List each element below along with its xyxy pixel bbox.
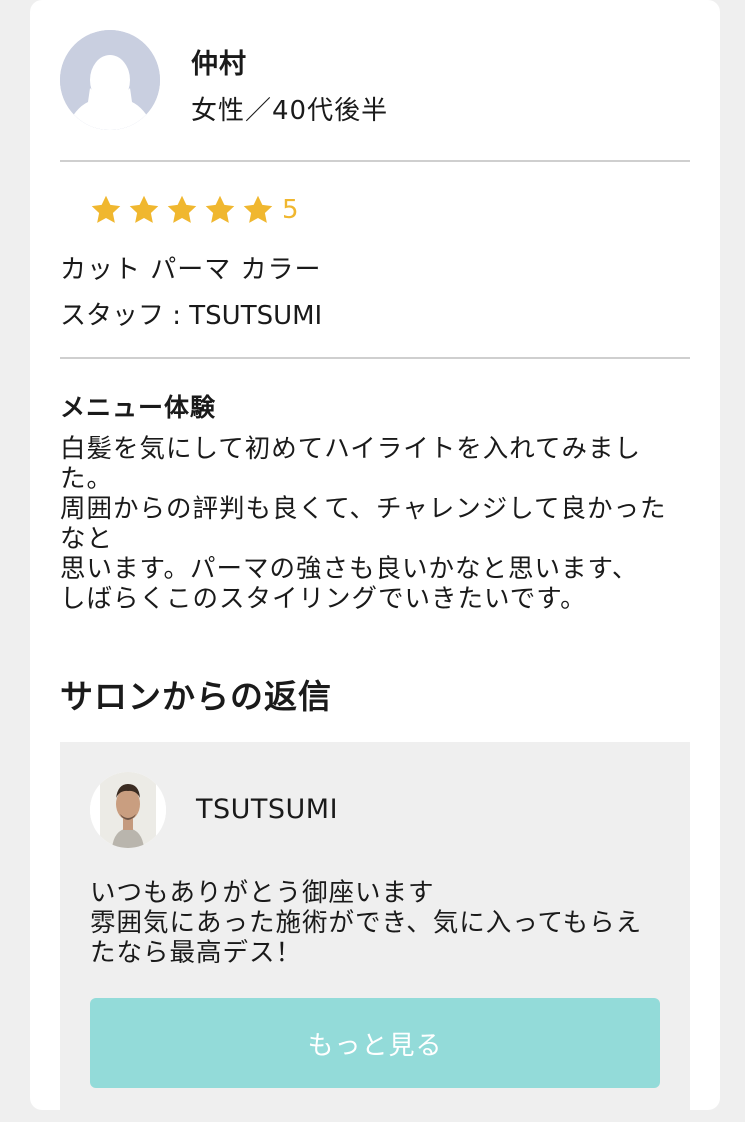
staff-avatar <box>90 772 166 848</box>
reply-staff-name: TSUTSUMI <box>196 794 339 825</box>
redacted-name-mask <box>251 44 361 80</box>
star-icon <box>129 195 159 223</box>
star-icon <box>167 195 197 223</box>
salon-reply-heading: サロンからの返信 <box>60 677 332 716</box>
menu-experience-label: メニュー体験 <box>60 393 217 422</box>
divider <box>60 357 690 359</box>
reviewer-header: 仲村 女性／40代後半 <box>60 30 690 130</box>
staff-line: スタッフ : TSUTSUMI <box>60 301 323 331</box>
reply-body: いつもありがとう御座います 雰囲気にあった施術ができ、気に入ってもらえたなら最高… <box>90 878 643 968</box>
reviewer-name: 仲村 <box>191 49 247 80</box>
salon-reply-box: TSUTSUMI いつもありがとう御座います 雰囲気にあった施術ができ、気に入っ… <box>60 742 690 1122</box>
star-icon <box>205 195 235 223</box>
star-rating: 5 <box>88 190 299 230</box>
review-card: 仲村 女性／40代後半 5 カット パーマ カラー スタッフ : TSUTSUM… <box>30 0 720 1122</box>
review-body: 白髪を気にして初めてハイライトを入れてみました。 周囲からの評判も良くて、チャレ… <box>60 434 667 614</box>
star-icon <box>91 195 121 223</box>
reviewer-demographics: 女性／40代後半 <box>191 96 389 126</box>
menu-list: カット パーマ カラー <box>60 255 322 285</box>
reviewer-avatar-icon <box>60 30 160 130</box>
rating-value: 5 <box>282 195 299 225</box>
star-icon <box>243 195 273 223</box>
see-more-button[interactable]: もっと見る <box>90 998 660 1088</box>
divider <box>60 160 690 162</box>
